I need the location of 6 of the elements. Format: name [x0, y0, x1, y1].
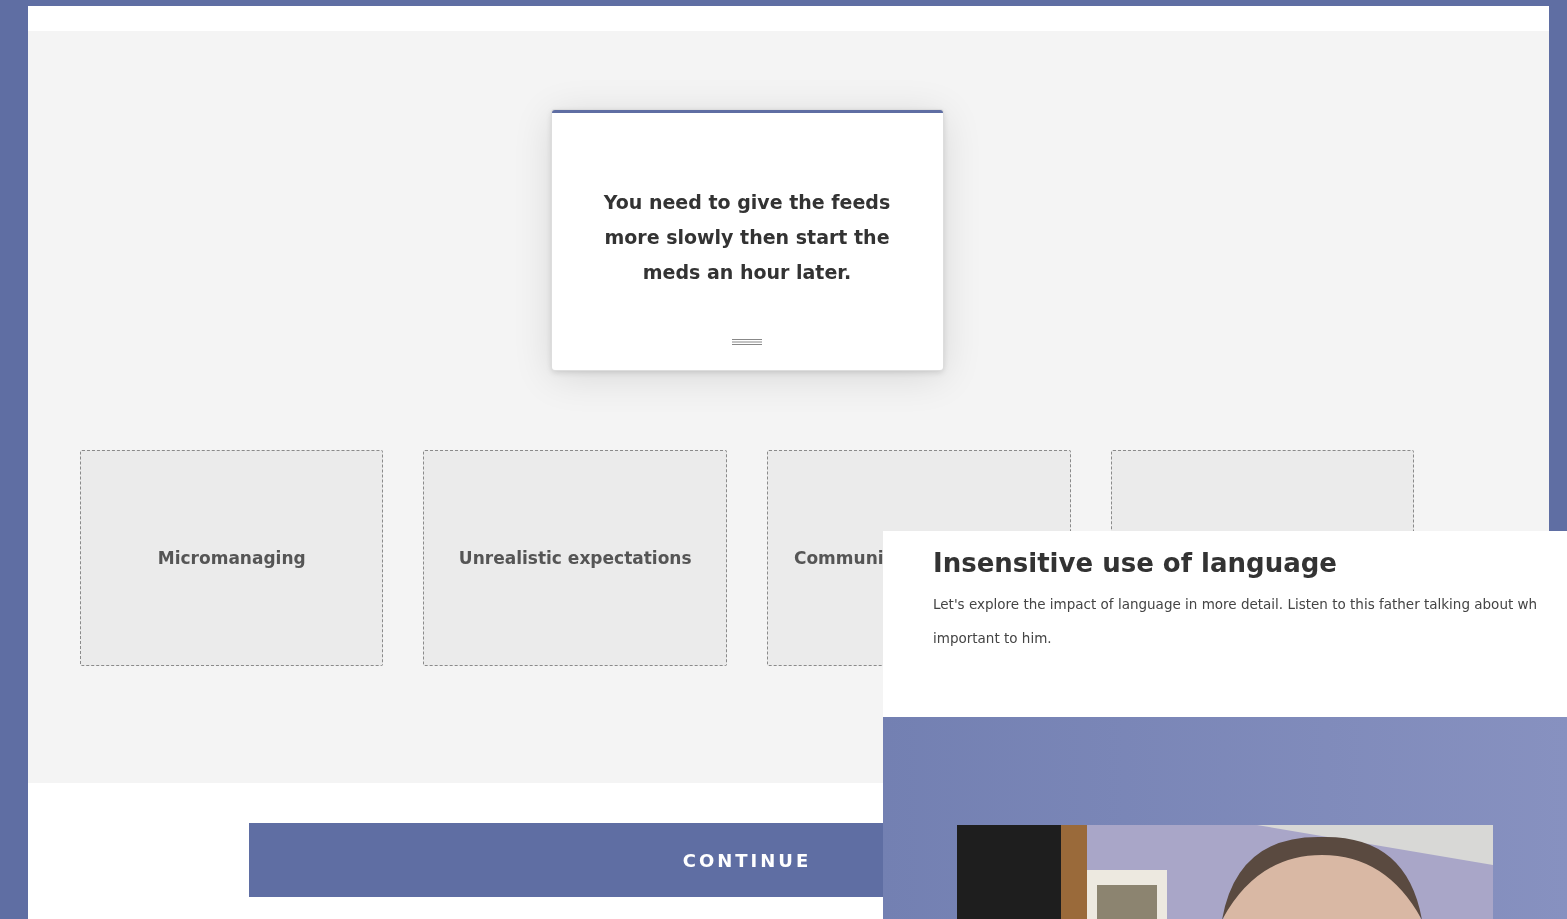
zone-label: Communi	[793, 548, 884, 568]
section-title: Insensitive use of language	[933, 547, 1338, 580]
zone-label: Unrealistic expectations	[458, 548, 692, 568]
intro-paragraph: Let's explore the impact of language in more detail. Listen to this father talking about wh important to him.	[933, 595, 1539, 648]
zone-label: Micromanaging	[157, 548, 306, 568]
statement-text: You need to give the feeds more slowly then start the meds an hour later.	[602, 190, 892, 285]
